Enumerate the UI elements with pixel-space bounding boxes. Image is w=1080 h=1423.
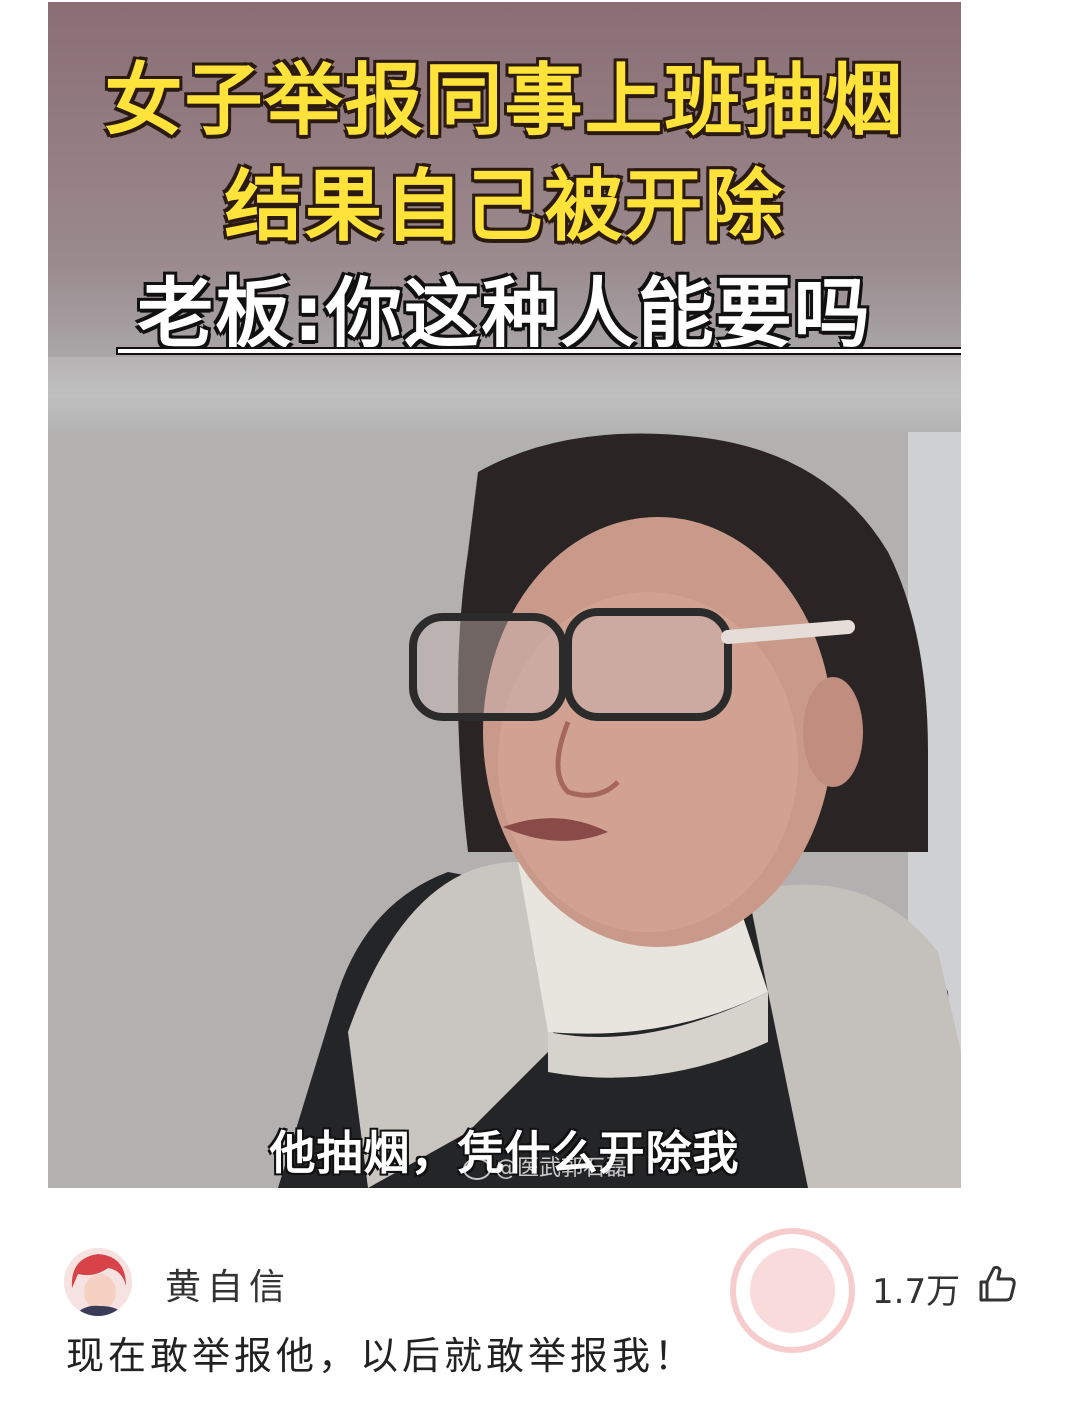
stamp-watermark-inner (750, 1248, 835, 1333)
background-band (48, 357, 961, 437)
source-watermark-text: @医武郭石磊 (495, 1156, 628, 1181)
weibo-icon (463, 1158, 491, 1180)
thumbs-up-icon[interactable] (975, 1262, 1019, 1306)
post-page: 女子举报同事上班抽烟 结果自己被开除 老板:你这种人能要吗 他抽烟，凭什么开除我… (0, 0, 1080, 1423)
avatar-image (64, 1248, 132, 1316)
video-thumbnail[interactable]: 女子举报同事上班抽烟 结果自己被开除 老板:你这种人能要吗 他抽烟，凭什么开除我… (48, 2, 961, 1188)
like-count: 1.7万 (872, 1272, 961, 1312)
headline-line-2: 结果自己被开除 (224, 162, 785, 252)
headline-line-3: 老板:你这种人能要吗 (137, 269, 872, 358)
comment-text: 现在敢举报他，以后就敢举报我！ (66, 1334, 697, 1378)
stamp-watermark (730, 1228, 855, 1353)
comment-item: 黄自信 1.7万 现在敢举报他，以后就敢举报我！ (0, 1188, 1080, 1423)
headline-underline (118, 349, 961, 353)
person-image (48, 432, 961, 1188)
source-watermark: @医武郭石磊 (463, 1150, 627, 1182)
comment-username[interactable]: 黄自信 (165, 1258, 291, 1310)
headline-line-1: 女子举报同事上班抽烟 (104, 56, 905, 146)
avatar[interactable] (64, 1248, 132, 1316)
